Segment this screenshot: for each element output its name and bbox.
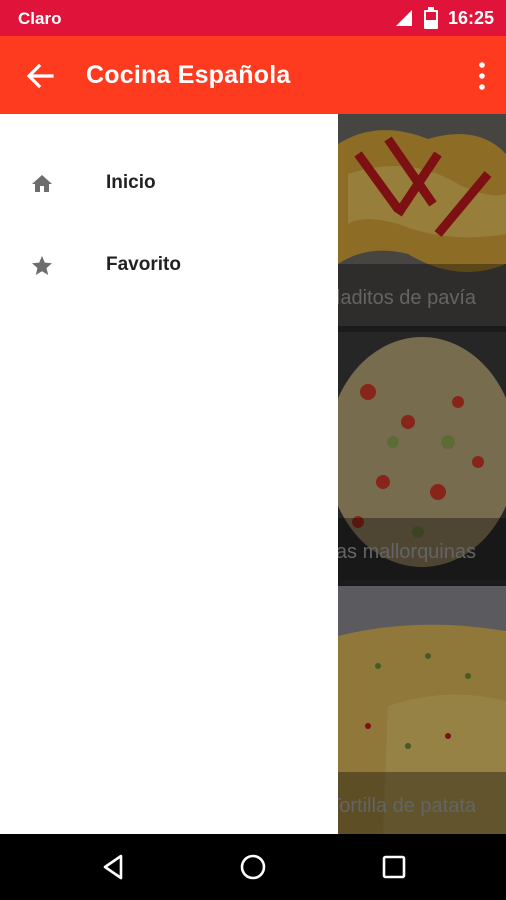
app-bar: Cocina Española: [0, 36, 506, 114]
drawer-scrim[interactable]: [338, 114, 506, 834]
signal-icon: [395, 10, 412, 26]
system-navigation-bar: [0, 834, 506, 900]
status-bar: Claro 16:25: [0, 0, 506, 36]
home-icon: [32, 175, 52, 192]
back-triangle-icon[interactable]: [99, 852, 129, 882]
drawer-item-label: Favorito: [106, 254, 181, 275]
recents-square-icon[interactable]: [379, 852, 409, 882]
status-icons: 16:25: [394, 7, 494, 29]
star-icon: [32, 256, 52, 275]
drawer-item-favorito[interactable]: Favorito: [0, 236, 338, 296]
app-title: Cocina Española: [86, 61, 291, 89]
battery-icon: [423, 7, 438, 29]
carrier-name: Claro: [18, 9, 62, 28]
more-options-icon[interactable]: [476, 60, 488, 92]
drawer-item-label: Inicio: [106, 172, 156, 193]
home-circle-icon[interactable]: [238, 852, 268, 882]
clock: 16:25: [447, 7, 494, 28]
back-arrow-icon[interactable]: [22, 58, 58, 94]
navigation-drawer: Inicio Favorito: [0, 114, 338, 834]
drawer-item-inicio[interactable]: Inicio: [0, 154, 338, 214]
